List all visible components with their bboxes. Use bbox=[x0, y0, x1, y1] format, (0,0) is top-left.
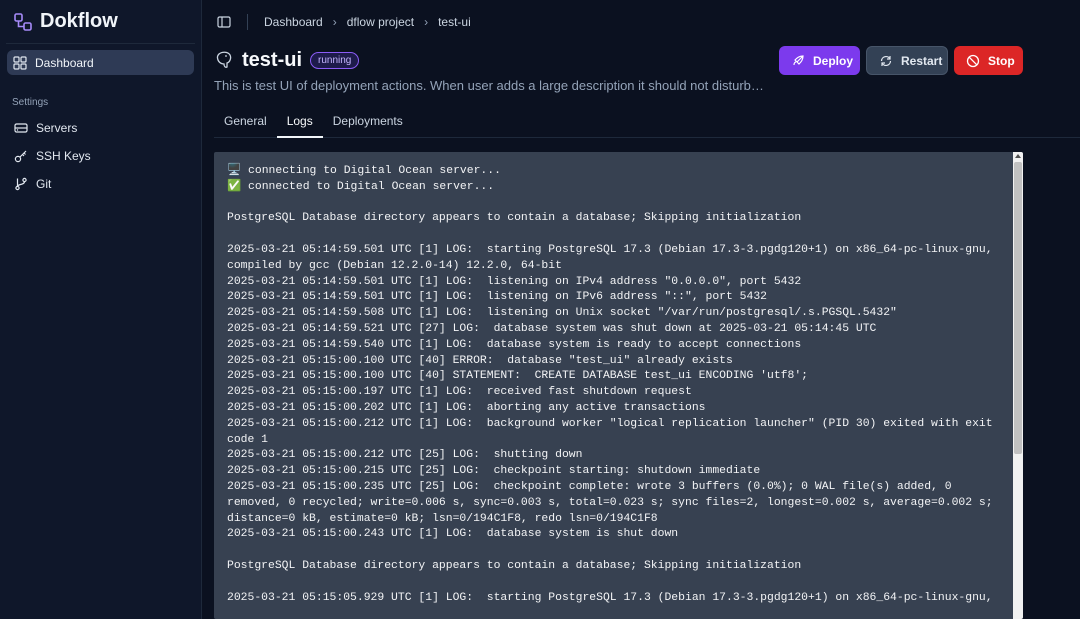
tab-logs[interactable]: Logs bbox=[276, 108, 323, 138]
settings-section-label: Settings bbox=[12, 97, 49, 108]
dashboard-grid-icon bbox=[13, 55, 27, 70]
refresh-icon bbox=[880, 55, 892, 66]
log-line: 2025-03-21 05:14:59.501 UTC [1] LOG: lis… bbox=[227, 275, 802, 288]
log-line: 2025-03-21 05:14:59.540 UTC [1] LOG: dat… bbox=[227, 338, 802, 351]
tab-bar: General Logs Deployments bbox=[214, 108, 1080, 138]
restart-label: Restart bbox=[901, 53, 943, 68]
sidebar-item-label: Dashboard bbox=[35, 55, 94, 70]
action-buttons: Deploy Restart Stop bbox=[779, 46, 1023, 75]
log-panel[interactable]: 🖥️ connecting to Digital Ocean server...… bbox=[214, 152, 1023, 619]
stop-button[interactable]: Stop bbox=[954, 46, 1023, 75]
brand[interactable]: Dokflow bbox=[6, 0, 195, 44]
rocket-icon bbox=[793, 54, 804, 65]
status-badge: running bbox=[310, 51, 360, 69]
log-line: 2025-03-21 05:14:59.501 UTC [1] LOG: sta… bbox=[227, 243, 1000, 272]
sidebar: Dokflow Dashboard Settings Servers SSH K… bbox=[0, 0, 202, 619]
tab-deployments[interactable]: Deployments bbox=[323, 108, 413, 137]
deploy-button[interactable]: Deploy bbox=[779, 46, 860, 75]
log-line: 2025-03-21 05:15:05.929 UTC [1] LOG: sta… bbox=[227, 591, 993, 604]
key-icon bbox=[14, 150, 27, 163]
log-line: 2025-03-21 05:15:00.197 UTC [1] LOG: rec… bbox=[227, 386, 692, 399]
chevron-right-icon: › bbox=[332, 15, 337, 29]
app-name: Dokflow bbox=[40, 10, 118, 32]
breadcrumb: Dashboard › dflow project › test-ui bbox=[264, 15, 471, 29]
git-branch-icon bbox=[15, 177, 27, 191]
log-line: 🖥️ connecting to Digital Ocean server... bbox=[227, 165, 501, 177]
tab-general[interactable]: General bbox=[214, 108, 277, 137]
page-title: test-ui bbox=[242, 48, 302, 71]
log-line: 2025-03-21 05:15:00.215 UTC [25] LOG: ch… bbox=[227, 465, 761, 478]
stop-label: Stop bbox=[988, 53, 1015, 68]
sidebar-toggle-icon[interactable] bbox=[217, 15, 231, 29]
log-line: 2025-03-21 05:15:00.202 UTC [1] LOG: abo… bbox=[227, 401, 706, 414]
service-description: This is test UI of deployment actions. W… bbox=[214, 78, 764, 93]
log-line: 2025-03-21 05:15:00.235 UTC [25] LOG: ch… bbox=[227, 480, 1000, 525]
log-output: 🖥️ connecting to Digital Ocean server...… bbox=[214, 152, 1023, 606]
log-line: 2025-03-21 05:14:59.501 UTC [1] LOG: lis… bbox=[227, 291, 768, 304]
main-content: Dashboard › dflow project › test-ui test… bbox=[203, 0, 1080, 619]
postgres-elephant-icon bbox=[216, 51, 232, 68]
log-line: 2025-03-21 05:14:59.521 UTC [27] LOG: da… bbox=[227, 322, 877, 335]
scroll-up-arrow-icon[interactable] bbox=[1015, 154, 1021, 158]
sidebar-item-label: SSH Keys bbox=[36, 149, 91, 163]
restart-button[interactable]: Restart bbox=[866, 46, 948, 75]
sidebar-item-label: Git bbox=[36, 177, 52, 191]
sidebar-item-servers[interactable]: Servers bbox=[0, 114, 201, 142]
scrollbar-thumb[interactable] bbox=[1014, 162, 1022, 454]
log-line: PostgreSQL Database directory appears to… bbox=[227, 212, 802, 225]
dokflow-logo-icon bbox=[14, 12, 32, 31]
breadcrumb-service: test-ui bbox=[438, 15, 471, 29]
breadcrumb-project[interactable]: dflow project bbox=[347, 15, 414, 29]
log-line: 2025-03-21 05:15:00.100 UTC [40] STATEME… bbox=[227, 370, 809, 383]
sidebar-item-git[interactable]: Git bbox=[0, 170, 201, 198]
sidebar-item-ssh-keys[interactable]: SSH Keys bbox=[0, 142, 201, 170]
log-line: 2025-03-21 05:14:59.508 UTC [1] LOG: lis… bbox=[227, 307, 897, 320]
log-line: ✅ connected to Digital Ocean server... bbox=[227, 180, 495, 193]
log-line: 2025-03-21 05:15:00.212 UTC [25] LOG: sh… bbox=[227, 449, 583, 462]
chevron-right-icon: › bbox=[424, 15, 429, 29]
scrollbar[interactable] bbox=[1013, 152, 1023, 619]
log-line: 2025-03-21 05:15:00.100 UTC [40] ERROR: … bbox=[227, 354, 733, 367]
stop-circle-icon bbox=[966, 54, 980, 67]
log-line: PostgreSQL Database directory appears to… bbox=[227, 559, 802, 572]
log-line: 2025-03-21 05:15:00.243 UTC [1] LOG: dat… bbox=[227, 528, 679, 541]
server-icon bbox=[14, 123, 28, 133]
divider bbox=[247, 14, 248, 30]
log-line: 2025-03-21 05:15:00.212 UTC [1] LOG: bac… bbox=[227, 417, 1000, 446]
breadcrumb-dashboard[interactable]: Dashboard bbox=[264, 15, 323, 29]
deploy-label: Deploy bbox=[813, 53, 854, 68]
sidebar-item-dashboard[interactable]: Dashboard bbox=[7, 50, 194, 75]
sidebar-item-label: Servers bbox=[36, 121, 78, 135]
topbar: Dashboard › dflow project › test-ui bbox=[203, 0, 1080, 44]
